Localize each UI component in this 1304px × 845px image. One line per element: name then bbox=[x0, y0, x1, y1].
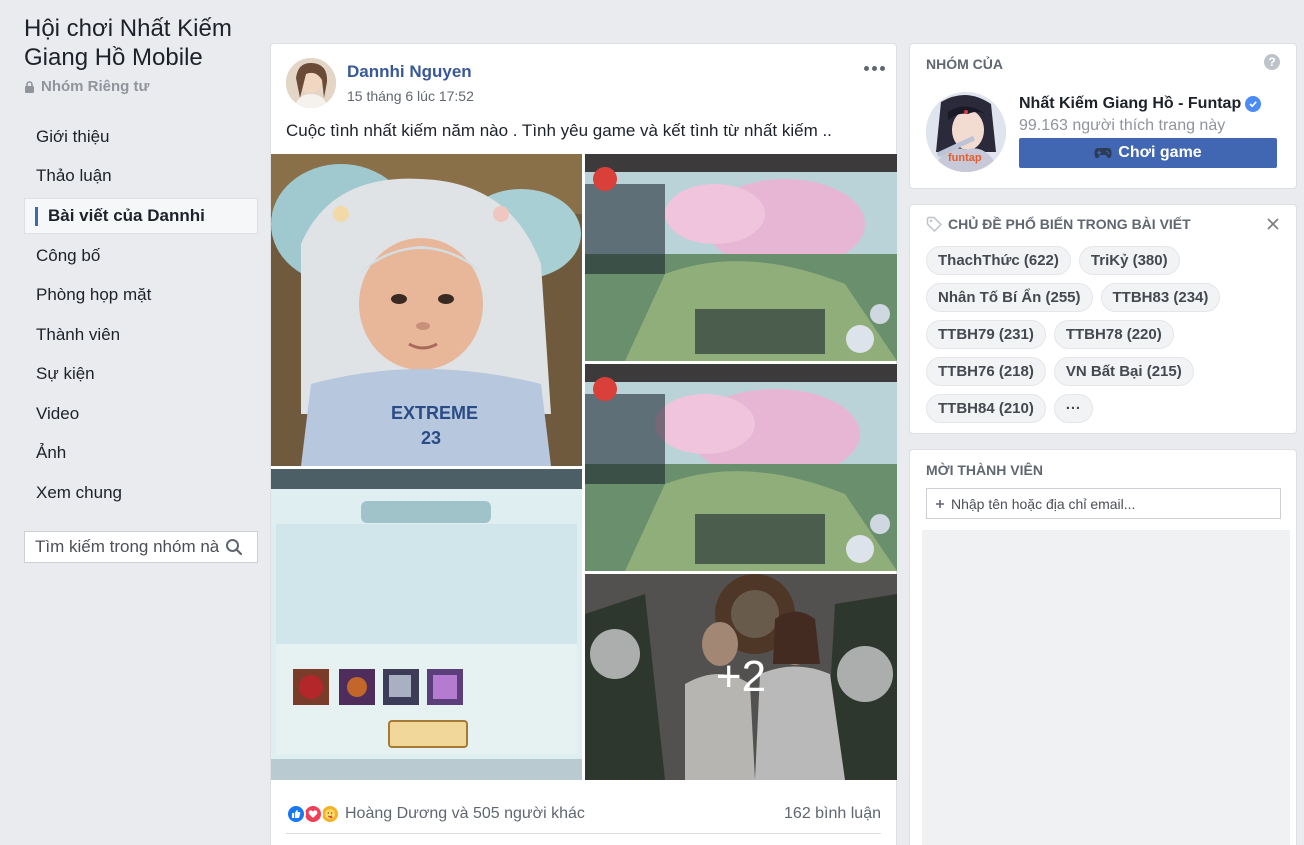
topic-tag[interactable]: TTBH83 (234) bbox=[1100, 283, 1221, 312]
photo-ingame-mail[interactable] bbox=[271, 469, 582, 780]
group-page-card: NHÓM CỦA ? funtap Nhất Kiếm Giang Hồ - F… bbox=[909, 43, 1297, 189]
nav-item-posts-by-dannhi[interactable]: Bài viết của Dannhi bbox=[24, 198, 258, 234]
nav-item-discussion[interactable]: Thảo luận bbox=[24, 157, 258, 197]
invite-member-input[interactable] bbox=[951, 495, 1261, 512]
group-search-box bbox=[24, 530, 258, 563]
privacy-text: Nhóm Riêng tư bbox=[41, 78, 150, 95]
dot-icon bbox=[871, 65, 877, 71]
post-timestamp[interactable]: 15 tháng 6 lúc 17:52 bbox=[347, 88, 474, 104]
topics-heading: CHỦ ĐỀ PHỔ BIẾN TRONG BÀI VIẾT bbox=[926, 216, 1191, 232]
post-text: Cuộc tình nhất kiếm năm nào . Tình yêu g… bbox=[286, 121, 832, 140]
reaction-summary[interactable]: Hoàng Dương và 505 người khác bbox=[345, 805, 585, 823]
photo-game-2[interactable] bbox=[585, 364, 897, 571]
photo-baby[interactable]: EXTREME 23 bbox=[271, 154, 582, 466]
dot-icon bbox=[879, 65, 885, 71]
love-reaction-icon bbox=[303, 803, 323, 824]
play-game-label: Chơi game bbox=[1118, 144, 1202, 161]
topic-tag[interactable]: TTBH76 (218) bbox=[926, 357, 1046, 386]
topic-tag[interactable]: TTBH79 (231) bbox=[926, 320, 1046, 349]
lock-icon bbox=[25, 80, 34, 93]
privacy-label: Nhóm Riêng tư bbox=[24, 78, 258, 95]
play-game-button[interactable]: Chơi game bbox=[1019, 138, 1277, 168]
like-reaction-icon bbox=[286, 803, 306, 824]
popular-topics-card: CHỦ ĐỀ PHỔ BIẾN TRONG BÀI VIẾT ThachThức… bbox=[909, 204, 1297, 434]
nav-item-rooms[interactable]: Phòng họp mặt bbox=[24, 276, 258, 316]
topics-heading-text: CHỦ ĐỀ PHỔ BIẾN TRONG BÀI VIẾT bbox=[948, 216, 1191, 232]
topic-tags: ThachThức (622) TriKỷ (380) Nhân Tố Bí Ẩ… bbox=[926, 246, 1286, 423]
close-icon[interactable] bbox=[1266, 217, 1280, 231]
help-icon[interactable]: ? bbox=[1264, 54, 1280, 70]
group-search-input[interactable] bbox=[35, 536, 219, 557]
nav-item-members[interactable]: Thành viên bbox=[24, 315, 258, 355]
invite-heading: MỜI THÀNH VIÊN bbox=[926, 462, 1043, 478]
author-name[interactable]: Dannhi Nguyen bbox=[347, 62, 474, 82]
verified-badge-icon bbox=[1245, 96, 1262, 112]
topic-tag[interactable]: VN Bất Bại (215) bbox=[1053, 357, 1194, 386]
svg-text:23: 23 bbox=[421, 428, 441, 448]
post-card: Dannhi Nguyen 15 tháng 6 lúc 17:52 Cuộc … bbox=[270, 43, 897, 845]
invite-members-card: MỜI THÀNH VIÊN bbox=[909, 449, 1297, 845]
page-avatar[interactable]: funtap bbox=[926, 92, 1006, 172]
care-reaction-icon bbox=[320, 803, 340, 824]
search-icon[interactable] bbox=[219, 532, 249, 562]
group-title[interactable]: Hội chơi Nhất Kiếm Giang Hồ Mobile bbox=[24, 14, 258, 72]
dot-icon bbox=[863, 65, 869, 71]
reaction-icons[interactable] bbox=[286, 803, 340, 824]
gamepad-icon bbox=[1094, 148, 1112, 158]
topic-tag[interactable]: TTBH84 (210) bbox=[926, 394, 1046, 423]
tag-icon bbox=[926, 216, 942, 232]
funtap-logo-text: funtap bbox=[948, 152, 982, 164]
author-avatar[interactable] bbox=[286, 58, 336, 108]
page-name-text: Nhất Kiếm Giang Hồ - Funtap bbox=[1019, 95, 1242, 112]
post-header: Dannhi Nguyen 15 tháng 6 lúc 17:52 bbox=[286, 58, 474, 108]
page-card-heading: NHÓM CỦA bbox=[926, 56, 1003, 72]
nav-item-about[interactable]: Giới thiệu bbox=[24, 117, 258, 157]
post-footer: Hoàng Dương và 505 người khác 162 bình l… bbox=[286, 794, 881, 834]
page-name[interactable]: Nhất Kiếm Giang Hồ - Funtap bbox=[1019, 95, 1262, 113]
photo-game-1[interactable] bbox=[585, 154, 897, 361]
nav-item-photos[interactable]: Ảnh bbox=[24, 434, 258, 474]
topic-tag[interactable]: TriKỷ (380) bbox=[1078, 246, 1180, 275]
more-topics-button[interactable]: ··· bbox=[1053, 394, 1093, 423]
nav-item-videos[interactable]: Video bbox=[24, 394, 258, 434]
photo-wedding[interactable]: +2 bbox=[585, 574, 897, 780]
author-info: Dannhi Nguyen 15 tháng 6 lúc 17:52 bbox=[347, 62, 474, 104]
invite-suggestions-area bbox=[922, 530, 1290, 845]
invite-input-box bbox=[926, 488, 1281, 519]
photo-grid: EXTREME 23 +2 bbox=[271, 154, 897, 780]
nav-item-events[interactable]: Sự kiện bbox=[24, 355, 258, 395]
more-photos-overlay[interactable]: +2 bbox=[585, 574, 897, 780]
nav-item-watch-party[interactable]: Xem chung bbox=[24, 473, 258, 513]
comment-count[interactable]: 162 bình luận bbox=[784, 805, 881, 823]
topic-tag[interactable]: Nhân Tố Bí Ẩn (255) bbox=[926, 283, 1093, 312]
topic-tag[interactable]: ThachThức (622) bbox=[926, 246, 1071, 275]
svg-text:EXTREME: EXTREME bbox=[391, 403, 478, 423]
nav-item-announcements[interactable]: Công bố bbox=[24, 236, 258, 276]
post-options-button[interactable] bbox=[862, 58, 886, 78]
group-nav: Giới thiệu Thảo luận Bài viết của Dannhi… bbox=[24, 117, 258, 513]
left-sidebar: Hội chơi Nhất Kiếm Giang Hồ Mobile Nhóm … bbox=[24, 14, 258, 563]
plus-icon bbox=[936, 499, 944, 508]
page-likes: 99.163 người thích trang này bbox=[1019, 117, 1226, 134]
topic-tag[interactable]: TTBH78 (220) bbox=[1053, 320, 1174, 349]
